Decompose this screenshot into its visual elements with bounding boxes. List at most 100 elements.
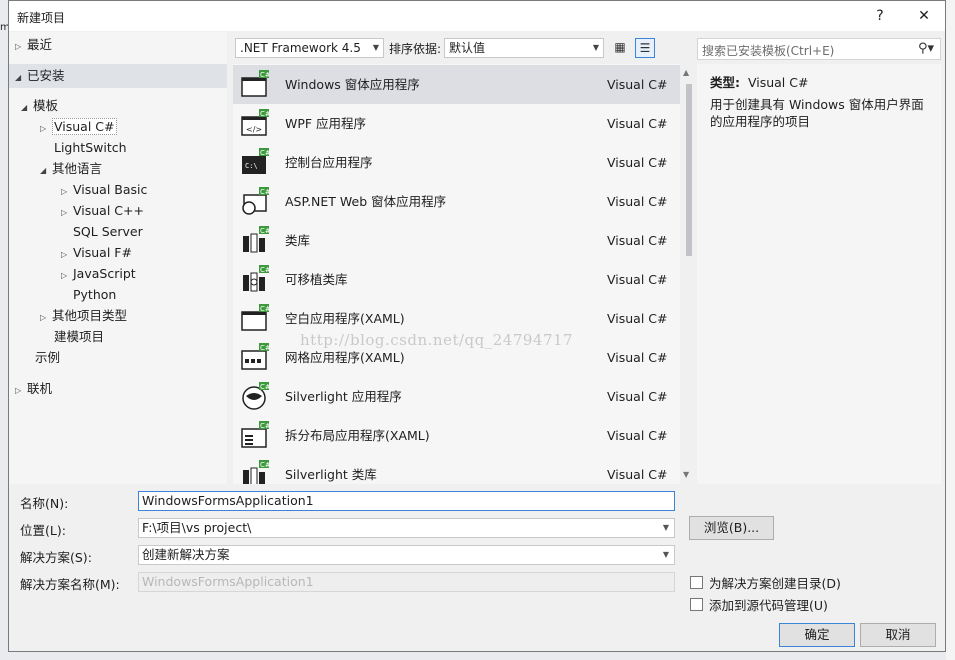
name-label: 名称(N): [20,496,69,511]
sort-label: 排序依据: [389,42,442,56]
tree-item-visual-csharp[interactable]: ▷ Visual C# [40,117,117,137]
template-category-tree: ▷ 最近 ◢ 已安装 ◢ 模板 ▷ Visual C# LightSwitch ◢ 其他语… [9,32,227,484]
search-icon[interactable]: ⚲▾ [918,41,934,56]
grid-app-icon: C# [241,343,269,370]
framework-select[interactable]: .NET Framework 4.5 ▼ [235,38,384,58]
location-field[interactable]: F:\项目\vs project\ ▼ [138,518,675,538]
close-button[interactable]: ✕ [911,5,937,27]
template-description: 用于创建具有 Windows 窗体用户界面的应用程序的项目 [710,97,924,129]
svg-text:C#: C# [260,344,269,352]
expand-arrow-icon: ▷ [61,271,68,280]
checkbox-box [690,576,703,589]
template-item[interactable]: C# Silverlight 类库Visual C# [233,455,680,484]
chevron-down-icon: ▼ [662,523,669,532]
grid-view-icon: ▦ [614,40,626,54]
solution-label: 解决方案(S): [20,550,92,565]
svg-text:C#: C# [260,149,269,157]
sort-select[interactable]: 默认值 ▼ [444,38,604,58]
tree-item-lightswitch[interactable]: LightSwitch [54,138,127,158]
tree-item-other-project-types[interactable]: ▷ 其他项目类型 [40,306,127,326]
list-view-button[interactable]: ☰ [635,38,655,58]
chevron-down-icon: ▼ [662,550,669,559]
tree-item-visual-basic[interactable]: ▷ Visual Basic [61,180,147,200]
template-item[interactable]: C# 拆分布局应用程序(XAML)Visual C# [233,416,680,455]
grid-view-button[interactable]: ▦ [610,38,630,58]
location-label: 位置(L): [20,523,66,538]
type-line: 类型: Visual C# [710,75,809,90]
silverlight-icon: C# [242,382,269,410]
template-item[interactable]: </>C# WPF 应用程序Visual C# [233,104,680,143]
template-item[interactable]: C# 类库Visual C# [233,221,680,260]
windows-form-icon: C# [241,70,269,97]
tree-item-other-languages[interactable]: ◢ 其他语言 [40,159,102,179]
tree-item-installed[interactable]: ◢ 已安装 [9,64,227,88]
svg-text:C#: C# [260,422,269,430]
svg-text:C#: C# [260,227,269,235]
tree-item-javascript[interactable]: ▷ JavaScript [61,264,136,284]
tree-item-samples[interactable]: 示例 [35,348,60,368]
tree-item-python[interactable]: Python [73,285,116,305]
tree-item-sql-server[interactable]: SQL Server [73,222,143,242]
cancel-button[interactable]: 取消 [860,623,936,647]
expand-arrow-icon: ▷ [15,386,22,395]
list-view-icon: ☰ [639,41,651,55]
title-bar: 新建项目 ? ✕ [9,1,945,31]
ok-button[interactable]: 确定 [779,623,855,647]
template-item[interactable]: C# ASP.NET Web 窗体应用程序Visual C# [233,182,680,221]
tree-item-visual-fsharp[interactable]: ▷ Visual F# [61,243,132,263]
tree-item-templates[interactable]: ◢ 模板 [21,96,58,116]
add-source-control-checkbox[interactable]: 添加到源代码管理(U) [690,595,828,614]
expand-arrow-icon: ▷ [15,42,22,51]
solution-name-label: 解决方案名称(M): [20,577,120,592]
console-icon: C:\C# [242,148,269,174]
split-app-icon: C# [241,421,269,448]
scrollbar-thumb[interactable] [686,84,692,256]
class-library-icon: C# [243,226,269,253]
aspnet-icon: C# [242,187,269,215]
project-name-field[interactable]: WindowsFormsApplication1 [138,491,675,511]
tree-item-visual-cpp[interactable]: ▷ Visual C++ [61,201,144,221]
checkbox-box [690,598,703,611]
template-item[interactable]: C# Silverlight 应用程序Visual C# [233,377,680,416]
template-item[interactable]: C:\C# 控制台应用程序Visual C# [233,143,680,182]
collapse-arrow-icon: ◢ [21,103,28,112]
template-info-panel: 类型: Visual C# 用于创建具有 Windows 窗体用户界面的应用程序… [697,64,941,484]
solution-name-field[interactable]: WindowsFormsApplication1 [138,572,675,592]
expand-arrow-icon: ▷ [61,208,68,217]
svg-text:C#: C# [260,305,269,313]
tree-item-modeling[interactable]: 建模项目 [54,327,104,347]
template-search-input[interactable]: 搜索已安装模板(Ctrl+E) ⚲▾ [697,38,941,60]
dialog-title: 新建项目 [17,11,66,25]
template-item[interactable]: C# 可移植类库Visual C# [233,260,680,299]
chevron-down-icon: ▼ [592,43,599,52]
svg-text:C#: C# [260,461,269,469]
svg-text:C#: C# [260,110,269,118]
expand-arrow-icon: ▷ [61,250,68,259]
template-item[interactable]: C# Windows 窗体应用程序Visual C# [233,65,680,104]
svg-text:</>: </> [246,125,262,134]
watermark-text: http://blog.csdn.net/qq_24794717 [300,331,574,349]
tree-item-recent[interactable]: ▷ 最近 [15,35,52,55]
chevron-down-icon: ▼ [372,43,379,52]
template-list-scrollbar[interactable]: ▲ ▼ [682,64,695,484]
expand-arrow-icon: ▷ [40,124,47,133]
expand-arrow-icon: ▷ [61,187,68,196]
tree-item-online[interactable]: ▷ 联机 [15,379,52,399]
create-directory-checkbox[interactable]: 为解决方案创建目录(D) [690,573,841,592]
portable-library-icon: C# [243,265,269,292]
solution-select[interactable]: 创建新解决方案 ▼ [138,545,675,565]
collapse-arrow-icon: ◢ [40,166,47,175]
scroll-up-icon[interactable]: ▲ [683,68,689,77]
wpf-icon: </> C# [241,109,269,136]
svg-text:C:\: C:\ [245,162,258,170]
expand-arrow-icon: ▷ [40,313,47,322]
svg-text:C#: C# [260,71,269,79]
browse-button[interactable]: 浏览(B)... [689,516,774,540]
scroll-down-icon[interactable]: ▼ [683,470,689,479]
svg-text:C#: C# [260,188,269,196]
template-list: C# Windows 窗体应用程序Visual C# </>C# WPF 应用程… [233,64,680,484]
background-window-edge [946,0,955,660]
help-button[interactable]: ? [867,5,893,27]
silverlight-library-icon: C# [243,460,269,484]
svg-text:C#: C# [260,383,269,391]
